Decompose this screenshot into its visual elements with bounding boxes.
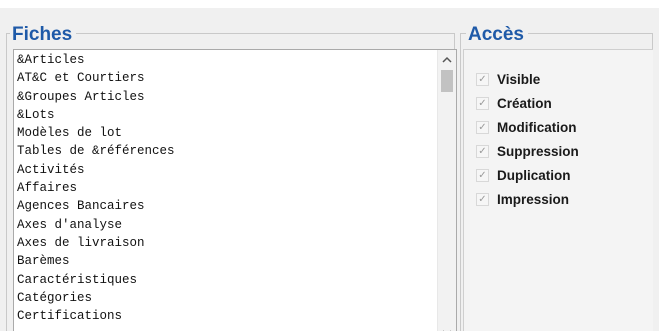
- fiches-group-title: Fiches: [10, 20, 77, 50]
- list-item[interactable]: Caractéristiques: [17, 271, 435, 289]
- checkbox-label: Duplication: [497, 167, 571, 183]
- list-item[interactable]: &Articles: [17, 51, 435, 69]
- chevron-down-icon[interactable]: [438, 325, 456, 331]
- fiches-listbox[interactable]: &Articles AT&C et Courtiers &Groupes Art…: [13, 49, 457, 331]
- acces-group-title: Accès: [466, 20, 528, 50]
- checkmark-icon[interactable]: ✓: [476, 96, 489, 110]
- list-item[interactable]: Axes de livraison: [17, 234, 435, 252]
- checkbox-duplication[interactable]: ✓ Duplication: [476, 164, 571, 186]
- checkbox-label: Création: [497, 95, 552, 111]
- list-item[interactable]: AT&C et Courtiers: [17, 69, 435, 87]
- list-item[interactable]: Catégories: [17, 289, 435, 307]
- checkmark-icon[interactable]: ✓: [476, 144, 489, 158]
- acces-checkbox-panel: ✓ Visible ✓ Création ✓ Modification ✓ Su…: [463, 49, 653, 331]
- checkmark-icon[interactable]: ✓: [476, 192, 489, 206]
- fiches-list-items: &Articles AT&C et Courtiers &Groupes Art…: [17, 51, 435, 325]
- fiches-group: Fiches &Articles AT&C et Courtiers &Grou…: [6, 18, 457, 331]
- checkbox-creation[interactable]: ✓ Création: [476, 92, 552, 114]
- list-item[interactable]: Affaires: [17, 179, 435, 197]
- checkbox-suppression[interactable]: ✓ Suppression: [476, 140, 579, 162]
- list-item[interactable]: Axes d'analyse: [17, 216, 435, 234]
- checkbox-label: Impression: [497, 191, 570, 207]
- chevron-up-icon[interactable]: [438, 51, 456, 69]
- list-item[interactable]: Agences Bancaires: [17, 197, 435, 215]
- checkbox-label: Visible: [497, 71, 541, 87]
- list-item[interactable]: &Groupes Articles: [17, 88, 435, 106]
- scrollbar-thumb[interactable]: [441, 70, 453, 92]
- list-item[interactable]: Certifications: [17, 307, 435, 325]
- checkbox-label: Suppression: [497, 143, 579, 159]
- checkmark-icon[interactable]: ✓: [476, 120, 489, 134]
- list-item[interactable]: &Lots: [17, 106, 435, 124]
- checkbox-visible[interactable]: ✓ Visible: [476, 68, 540, 90]
- checkbox-modification[interactable]: ✓ Modification: [476, 116, 577, 138]
- acces-group: Accès ✓ Visible ✓ Création ✓ Modificatio…: [460, 18, 653, 331]
- checkbox-label: Modification: [497, 119, 577, 135]
- list-item[interactable]: Activités: [17, 161, 435, 179]
- list-item[interactable]: Tables de &références: [17, 142, 435, 160]
- checkmark-icon[interactable]: ✓: [476, 72, 489, 86]
- list-item[interactable]: Modèles de lot: [17, 124, 435, 142]
- vertical-scrollbar[interactable]: [437, 50, 456, 331]
- checkbox-impression[interactable]: ✓ Impression: [476, 188, 569, 210]
- checkmark-icon[interactable]: ✓: [476, 168, 489, 182]
- list-item[interactable]: Barèmes: [17, 252, 435, 270]
- app-window: Fiches &Articles AT&C et Courtiers &Grou…: [0, 0, 659, 331]
